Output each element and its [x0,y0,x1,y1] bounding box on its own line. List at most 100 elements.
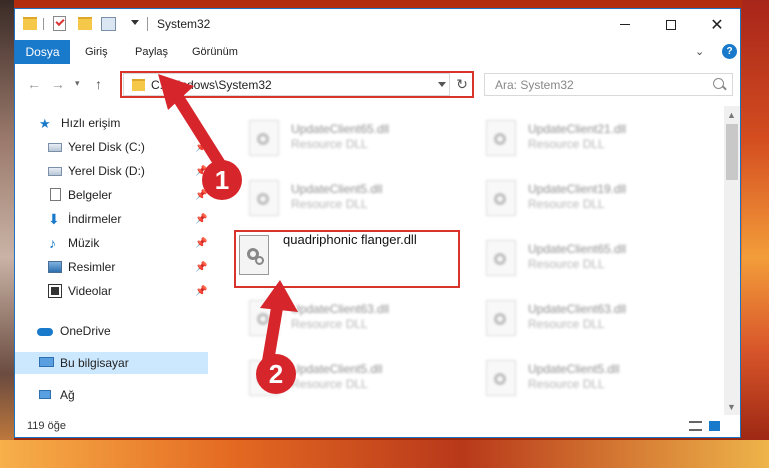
close-icon: ✕ [710,16,724,34]
pictures-icon [48,261,62,273]
sidebar-item-label: Yerel Disk (C:) [68,140,145,154]
tab-file[interactable]: Dosya [15,40,70,64]
sidebar-item-label: Yerel Disk (D:) [68,164,145,178]
ribbon-tabs: Dosya Giriş Paylaş Görünüm ⌄ ? [15,40,740,65]
sidebar-item-label: Resimler [68,260,116,274]
step-1-badge: 1 [202,160,242,200]
step-2-badge: 2 [256,354,296,394]
file-name: UpdateClient65.dll [528,242,627,256]
computer-icon [39,357,54,367]
sidebar-item-label: Hızlı erişim [61,116,121,130]
sidebar-item-videos[interactable]: Videolar 📌 [15,280,208,302]
properties-check-icon[interactable] [53,16,66,31]
gear-icon [494,313,506,325]
dll-file-icon [486,120,516,156]
star-icon: ★ [39,116,51,131]
desktop-background-left [0,0,14,468]
gear-icon [255,256,264,265]
video-icon [48,284,62,298]
gear-icon [494,133,506,145]
new-folder-icon[interactable] [78,17,92,30]
file-type: Resource DLL [291,197,368,211]
pin-icon[interactable]: 📌 [195,262,207,273]
minimize-icon [620,24,630,25]
network-icon [39,390,51,399]
dll-file-icon [486,300,516,336]
file-name: UpdateClient21.dll [528,122,627,136]
file-type: Resource DLL [528,317,605,331]
sidebar-item-pictures[interactable]: Resimler 📌 [15,256,208,278]
sidebar-item-this-pc[interactable]: Bu bilgisayar [15,352,208,374]
recent-locations-chevron-icon[interactable]: ▾ [75,78,80,89]
details-view-icon[interactable] [689,421,702,431]
maximize-button[interactable] [648,9,694,40]
sidebar-item-music[interactable]: ♪ Müzik 📌 [15,232,208,254]
tab-view[interactable]: Görünüm [192,40,238,64]
sidebar-item-network[interactable]: Ağ [15,384,208,406]
cloud-icon [37,328,53,336]
document-icon [50,188,61,201]
file-type: Resource DLL [528,257,605,271]
file-name: UpdateClient19.dll [528,182,627,196]
file-item[interactable]: UpdateClient65.dll Resource DLL [239,112,469,164]
divider [147,17,148,31]
sidebar-item-label: Videolar [68,284,112,298]
file-explorer-window: System32 ✕ Dosya Giriş Paylaş Görünüm ⌄ … [14,8,741,438]
gear-icon [494,373,506,385]
file-item[interactable]: UpdateClient21.dll Resource DLL [476,112,706,164]
pin-icon[interactable]: 📌 [195,238,207,249]
maximize-icon [666,19,676,30]
dll-file-icon [486,240,516,276]
tab-share[interactable]: Paylaş [135,40,168,64]
customize-toolbar-chevron-icon[interactable] [131,20,139,25]
search-input[interactable]: Ara: System32 [484,73,733,96]
pin-icon[interactable]: 📌 [195,286,207,297]
file-name: UpdateClient63.dll [528,302,627,316]
file-item[interactable]: UpdateClient65.dll Resource DLL [476,232,706,284]
dll-file-icon[interactable] [239,235,269,275]
folder-icon[interactable] [23,17,37,30]
pin-icon[interactable]: 📌 [195,214,207,225]
help-icon[interactable]: ? [722,44,737,59]
sidebar-item-label: Müzik [68,236,100,250]
expand-ribbon-chevron-icon[interactable]: ⌄ [695,45,704,58]
file-name: UpdateClient5.dll [528,362,620,376]
scroll-thumb[interactable] [726,124,738,180]
scroll-down-arrow-icon[interactable]: ▼ [727,402,736,412]
forward-arrow-icon[interactable]: → [51,76,65,92]
minimize-button[interactable] [602,9,648,40]
scroll-up-arrow-icon[interactable]: ▲ [727,110,736,120]
file-item[interactable]: UpdateClient19.dll Resource DLL [476,172,706,224]
desktop-background-right [742,0,769,468]
download-icon: ⬇ [48,211,60,227]
sidebar-item-label: Bu bilgisayar [60,356,129,370]
search-placeholder: Ara: System32 [495,78,574,92]
target-file-name[interactable]: quadriphonic flanger.dll [283,232,417,247]
drive-icon [48,167,62,176]
sidebar-item-label: OneDrive [60,324,111,338]
file-type: Resource DLL [291,137,368,151]
tab-home[interactable]: Giriş [85,40,108,64]
gear-icon [494,253,506,265]
file-item[interactable]: UpdateClient5.dll Resource DLL [476,352,706,404]
file-item[interactable]: UpdateClient63.dll Resource DLL [476,292,706,344]
music-icon: ♪ [49,235,56,251]
desktop-background-bottom [0,440,769,468]
vertical-scrollbar[interactable]: ▲ ▼ [724,106,740,415]
sidebar-item-onedrive[interactable]: OneDrive [15,320,208,342]
gear-icon [494,193,506,205]
file-item[interactable]: UpdateClient5.dll Resource DLL [239,172,469,224]
file-type: Resource DLL [528,197,605,211]
up-arrow-icon[interactable]: ↑ [95,76,102,92]
dll-file-icon [486,360,516,396]
sidebar-item-label: Belgeler [68,188,113,202]
dll-file-icon [486,180,516,216]
status-bar: 119 öğe [15,415,740,437]
sidebar-item-downloads[interactable]: ⬇ İndirmeler 📌 [15,208,208,230]
back-arrow-icon[interactable]: ← [27,76,41,92]
item-count: 119 öğe [27,420,66,432]
large-icons-view-icon[interactable] [709,421,720,431]
properties-icon[interactable] [101,17,116,31]
close-button[interactable]: ✕ [694,9,740,40]
sidebar-item-label: İndirmeler [68,212,122,226]
